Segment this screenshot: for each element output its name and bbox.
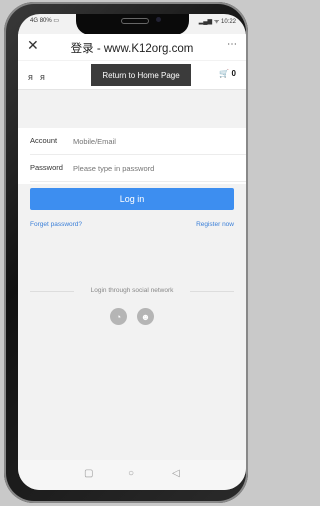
account-input[interactable] — [73, 135, 223, 147]
battery-status: 4G 80% ▭ — [30, 18, 60, 24]
social-login-section: Login through social network — [30, 286, 234, 296]
wechat-icon[interactable]: ◔ — [110, 308, 127, 325]
phone-frame: 4G 80% ▭ ▂▄▆ ᯤ 10:22 ✕ 登录 - www.K12org.c… — [4, 2, 248, 503]
page-title: 登录 - www.K12org.com — [70, 43, 194, 55]
account-label: Account — [30, 136, 58, 145]
account-row: Account — [30, 130, 246, 155]
return-home-button[interactable]: Return to Home Page — [91, 64, 191, 86]
forgot-password-link[interactable]: Forget password? — [30, 221, 82, 228]
phone-notch — [76, 14, 189, 35]
recent-apps-icon[interactable]: ▢ — [84, 468, 93, 479]
more-icon[interactable]: ⋯ — [227, 39, 238, 50]
back-icon[interactable]: ◁ — [172, 468, 180, 479]
cart-count: 0 — [231, 69, 236, 78]
site-header: ᴙ ᴙ Return to Home Page 🛒 0 — [18, 61, 246, 90]
phone-screen: 4G 80% ▭ ▂▄▆ ᯤ 10:22 ✕ 登录 - www.K12org.c… — [18, 14, 246, 490]
user-icon-2[interactable]: ᴙ — [40, 72, 45, 82]
camera — [156, 17, 161, 22]
login-form: Account Password — [18, 128, 246, 184]
divider — [190, 291, 234, 292]
user-icon[interactable]: ᴙ — [28, 72, 33, 82]
password-label: Password — [30, 163, 63, 172]
register-link[interactable]: Register now — [196, 221, 234, 228]
browser-topbar: ✕ 登录 - www.K12org.com ⋯ — [18, 34, 246, 60]
android-nav-bar: ▢ ○ ◁ — [18, 460, 246, 490]
password-input[interactable] — [73, 162, 223, 174]
cart-icon[interactable]: 🛒 0 — [219, 69, 236, 78]
speaker-grille — [121, 18, 149, 24]
qq-icon[interactable]: ☻ — [137, 308, 154, 325]
login-button[interactable]: Log in — [30, 188, 234, 210]
password-row: Password — [30, 157, 246, 182]
time-status: ▂▄▆ ᯤ 10:22 — [198, 19, 236, 25]
home-icon[interactable]: ○ — [128, 468, 134, 479]
